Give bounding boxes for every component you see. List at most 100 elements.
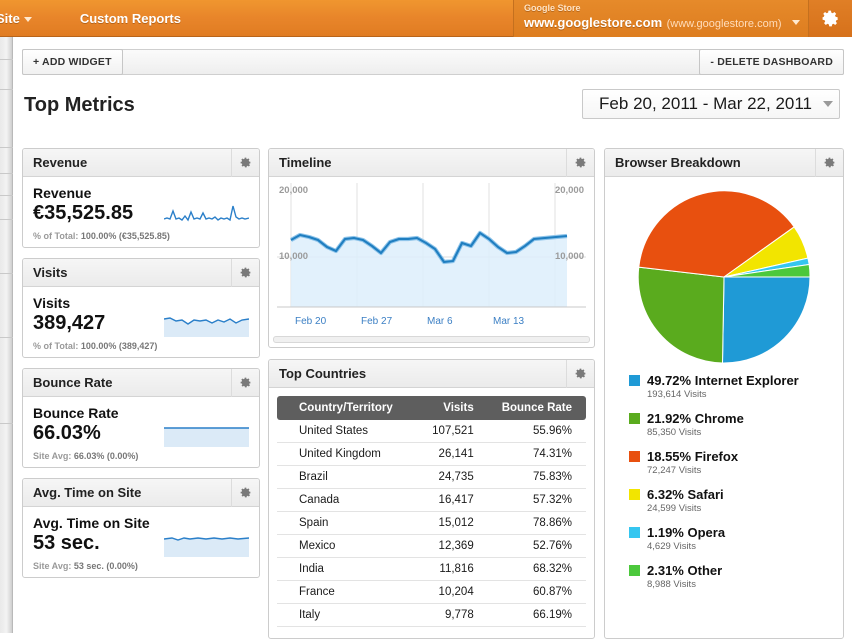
dashboard-content: + ADD WIDGET - DELETE DASHBOARD Top Metr…: [14, 37, 852, 639]
nav-custom-reports[interactable]: Custom Reports: [80, 11, 181, 26]
widget-settings-button[interactable]: [566, 149, 594, 177]
widget-body: Avg. Time on Site 53 sec. Site Avg: 53 s…: [23, 507, 259, 577]
widget-settings-button[interactable]: [815, 149, 843, 177]
chevron-down-icon: [23, 16, 32, 22]
legend-visits: 193,614 Visits: [647, 389, 707, 400]
legend-item-chrome[interactable]: 21.92% Chrome 85,350 Visits: [629, 411, 843, 438]
nav-site-label: Site: [0, 10, 20, 26]
browser-pie-chart[interactable]: [638, 191, 810, 363]
cell-country: Italy: [277, 603, 417, 627]
widget-header: Top Countries: [269, 360, 594, 388]
legend-color-swatch-icon: [629, 565, 640, 576]
timeline-x-label: Mar 6: [427, 316, 453, 327]
legend-color-swatch-icon: [629, 451, 640, 462]
table-row[interactable]: Brazil 24,735 75.83%: [277, 465, 586, 489]
metric-sub-value: 100.00% (€35,525.85): [80, 231, 170, 242]
cell-country: United States: [277, 420, 417, 443]
metric-subtext: % of Total: 100.00% (389,427): [33, 341, 249, 351]
legend-row: 49.72% Internet Explorer: [629, 373, 843, 388]
widget-settings-button[interactable]: [231, 259, 259, 287]
legend-name: Internet Explorer: [694, 373, 799, 388]
cell-country: France: [277, 580, 417, 604]
cell-visits: 24,735: [416, 465, 482, 489]
gear-icon: [824, 157, 835, 168]
cell-bounce-rate: 57.32%: [481, 488, 586, 512]
account-selector[interactable]: Google Store www.googlestore.com (www.go…: [512, 0, 808, 37]
legend-row: 1.19% Opera: [629, 525, 843, 540]
legend-name: Other: [687, 563, 723, 578]
table-row[interactable]: Italy 9,778 66.19%: [277, 603, 586, 627]
sparkline-revenue: [164, 205, 249, 222]
legend-row: 2.31% Other: [629, 563, 843, 578]
legend-item-internet-explorer[interactable]: 49.72% Internet Explorer 193,614 Visits: [629, 373, 843, 400]
legend-color-swatch-icon: [629, 413, 640, 424]
widget-revenue: Revenue Revenue €35,525.85 % of Total: 1…: [22, 148, 260, 248]
legend-item-other[interactable]: 2.31% Other 8,988 Visits: [629, 563, 843, 590]
legend-item-safari[interactable]: 6.32% Safari 24,599 Visits: [629, 487, 843, 514]
metric-sub-prefix: Site Avg:: [33, 561, 72, 572]
timeline-plot[interactable]: 20,000 20,000 10,000 10,000 Feb 20 Feb 2…: [277, 183, 586, 329]
cell-bounce-rate: 60.87%: [481, 580, 586, 604]
cell-bounce-rate: 78.86%: [481, 511, 586, 535]
metric-subtext: Site Avg: 66.03% (0.00%): [33, 451, 249, 461]
legend-item-firefox[interactable]: 18.55% Firefox 72,247 Visits: [629, 449, 843, 476]
metric-subtext: Site Avg: 53 sec. (0.00%): [33, 561, 249, 571]
cell-visits: 9,778: [416, 603, 482, 627]
dashboard-toolbar: + ADD WIDGET - DELETE DASHBOARD: [22, 49, 844, 75]
widget-bounce-rate: Bounce Rate Bounce Rate 66.03% Site Avg:…: [22, 368, 260, 468]
widget-title: Bounce Rate: [33, 375, 113, 390]
legend-row: 18.55% Firefox: [629, 449, 843, 464]
sidebar-divider: [0, 273, 13, 274]
pie-chart-container: [605, 183, 843, 373]
widget-settings-button[interactable]: [566, 360, 594, 388]
table-row[interactable]: United States 107,521 55.96%: [277, 420, 586, 443]
account-label: Google Store: [523, 3, 581, 14]
timeline-y-top-right: 20,000: [554, 185, 584, 196]
timeline-x-label: Mar 13: [493, 316, 525, 327]
widget-title: Visits: [33, 265, 68, 280]
table-row[interactable]: Canada 16,417 57.32%: [277, 488, 586, 512]
legend-name: Chrome: [694, 411, 744, 426]
table-row[interactable]: Spain 15,012 78.86%: [277, 511, 586, 535]
column-header-bounce-rate[interactable]: Bounce Rate: [481, 396, 586, 420]
column-header-country[interactable]: Country/Territory: [277, 396, 417, 420]
metric-sub-value: 100.00% (389,427): [80, 341, 158, 352]
column-header-visits[interactable]: Visits: [416, 396, 482, 420]
timeline-horizontal-scrollbar[interactable]: [273, 336, 590, 343]
legend-row: 21.92% Chrome: [629, 411, 843, 426]
legend-color-swatch-icon: [629, 527, 640, 538]
date-range-selector[interactable]: Feb 20, 2011 - Mar 22, 2011: [582, 89, 840, 119]
widget-settings-button[interactable]: [231, 149, 259, 177]
table-row[interactable]: France 10,204 60.87%: [277, 580, 586, 604]
legend-visits: 8,988 Visits: [647, 579, 696, 590]
add-widget-button[interactable]: + ADD WIDGET: [22, 49, 123, 75]
sidebar-divider: [0, 423, 13, 424]
table-row[interactable]: Mexico 12,369 52.76%: [277, 534, 586, 558]
timeline-y-top-left: 20,000: [279, 185, 309, 196]
widget-header: Avg. Time on Site: [23, 479, 259, 507]
widget-body: 49.72% Internet Explorer 193,614 Visits …: [605, 177, 843, 611]
settings-gear-button[interactable]: [808, 0, 852, 37]
table-row[interactable]: India 11,816 68.32%: [277, 557, 586, 581]
widget-settings-button[interactable]: [231, 369, 259, 397]
legend-name: Safari: [687, 487, 724, 502]
nav-site-menu[interactable]: Site: [0, 11, 38, 26]
sidebar-divider: [0, 219, 13, 220]
cell-country: United Kingdom: [277, 442, 417, 466]
legend-item-opera[interactable]: 1.19% Opera 4,629 Visits: [629, 525, 843, 552]
delete-dashboard-button[interactable]: - DELETE DASHBOARD: [699, 49, 844, 75]
legend-main-text: 49.72% Internet Explorer: [647, 373, 799, 388]
table-row[interactable]: United Kingdom 26,141 74.31%: [277, 442, 586, 466]
widget-timeline: Timeline 20,000 20,000 10,000 10,000 Feb…: [268, 148, 595, 348]
date-range-value: Feb 20, 2011 - Mar 22, 2011: [599, 94, 812, 113]
top-navigation-bar: Site Custom Reports Google Store www.goo…: [0, 0, 852, 37]
topbar-left-group: Site Custom Reports: [0, 0, 181, 36]
legend-name: Opera: [687, 525, 726, 540]
widget-settings-button[interactable]: [231, 479, 259, 507]
timeline-y-mid-right: 10,000: [554, 251, 584, 262]
metric-subtext: % of Total: 100.00% (€35,525.85): [33, 231, 249, 241]
collapsed-sidebar[interactable]: [0, 37, 13, 633]
widget-body: Revenue €35,525.85 % of Total: 100.00% (…: [23, 177, 259, 247]
widget-body: Visits 389,427 % of Total: 100.00% (389,…: [23, 287, 259, 357]
metric-sub-value: 66.03% (0.00%): [73, 451, 139, 462]
